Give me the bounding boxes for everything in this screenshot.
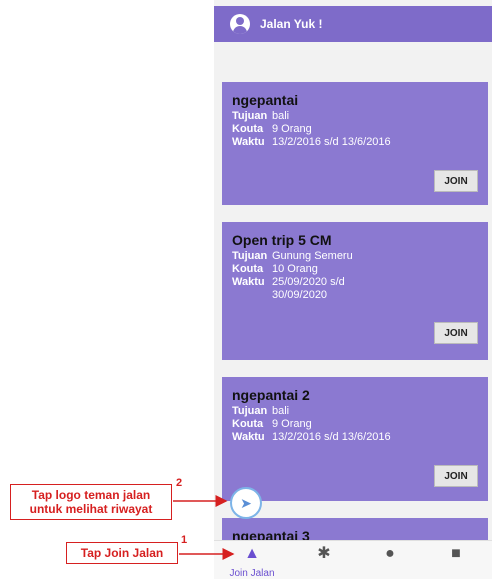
annotation-arrows [173, 495, 235, 560]
